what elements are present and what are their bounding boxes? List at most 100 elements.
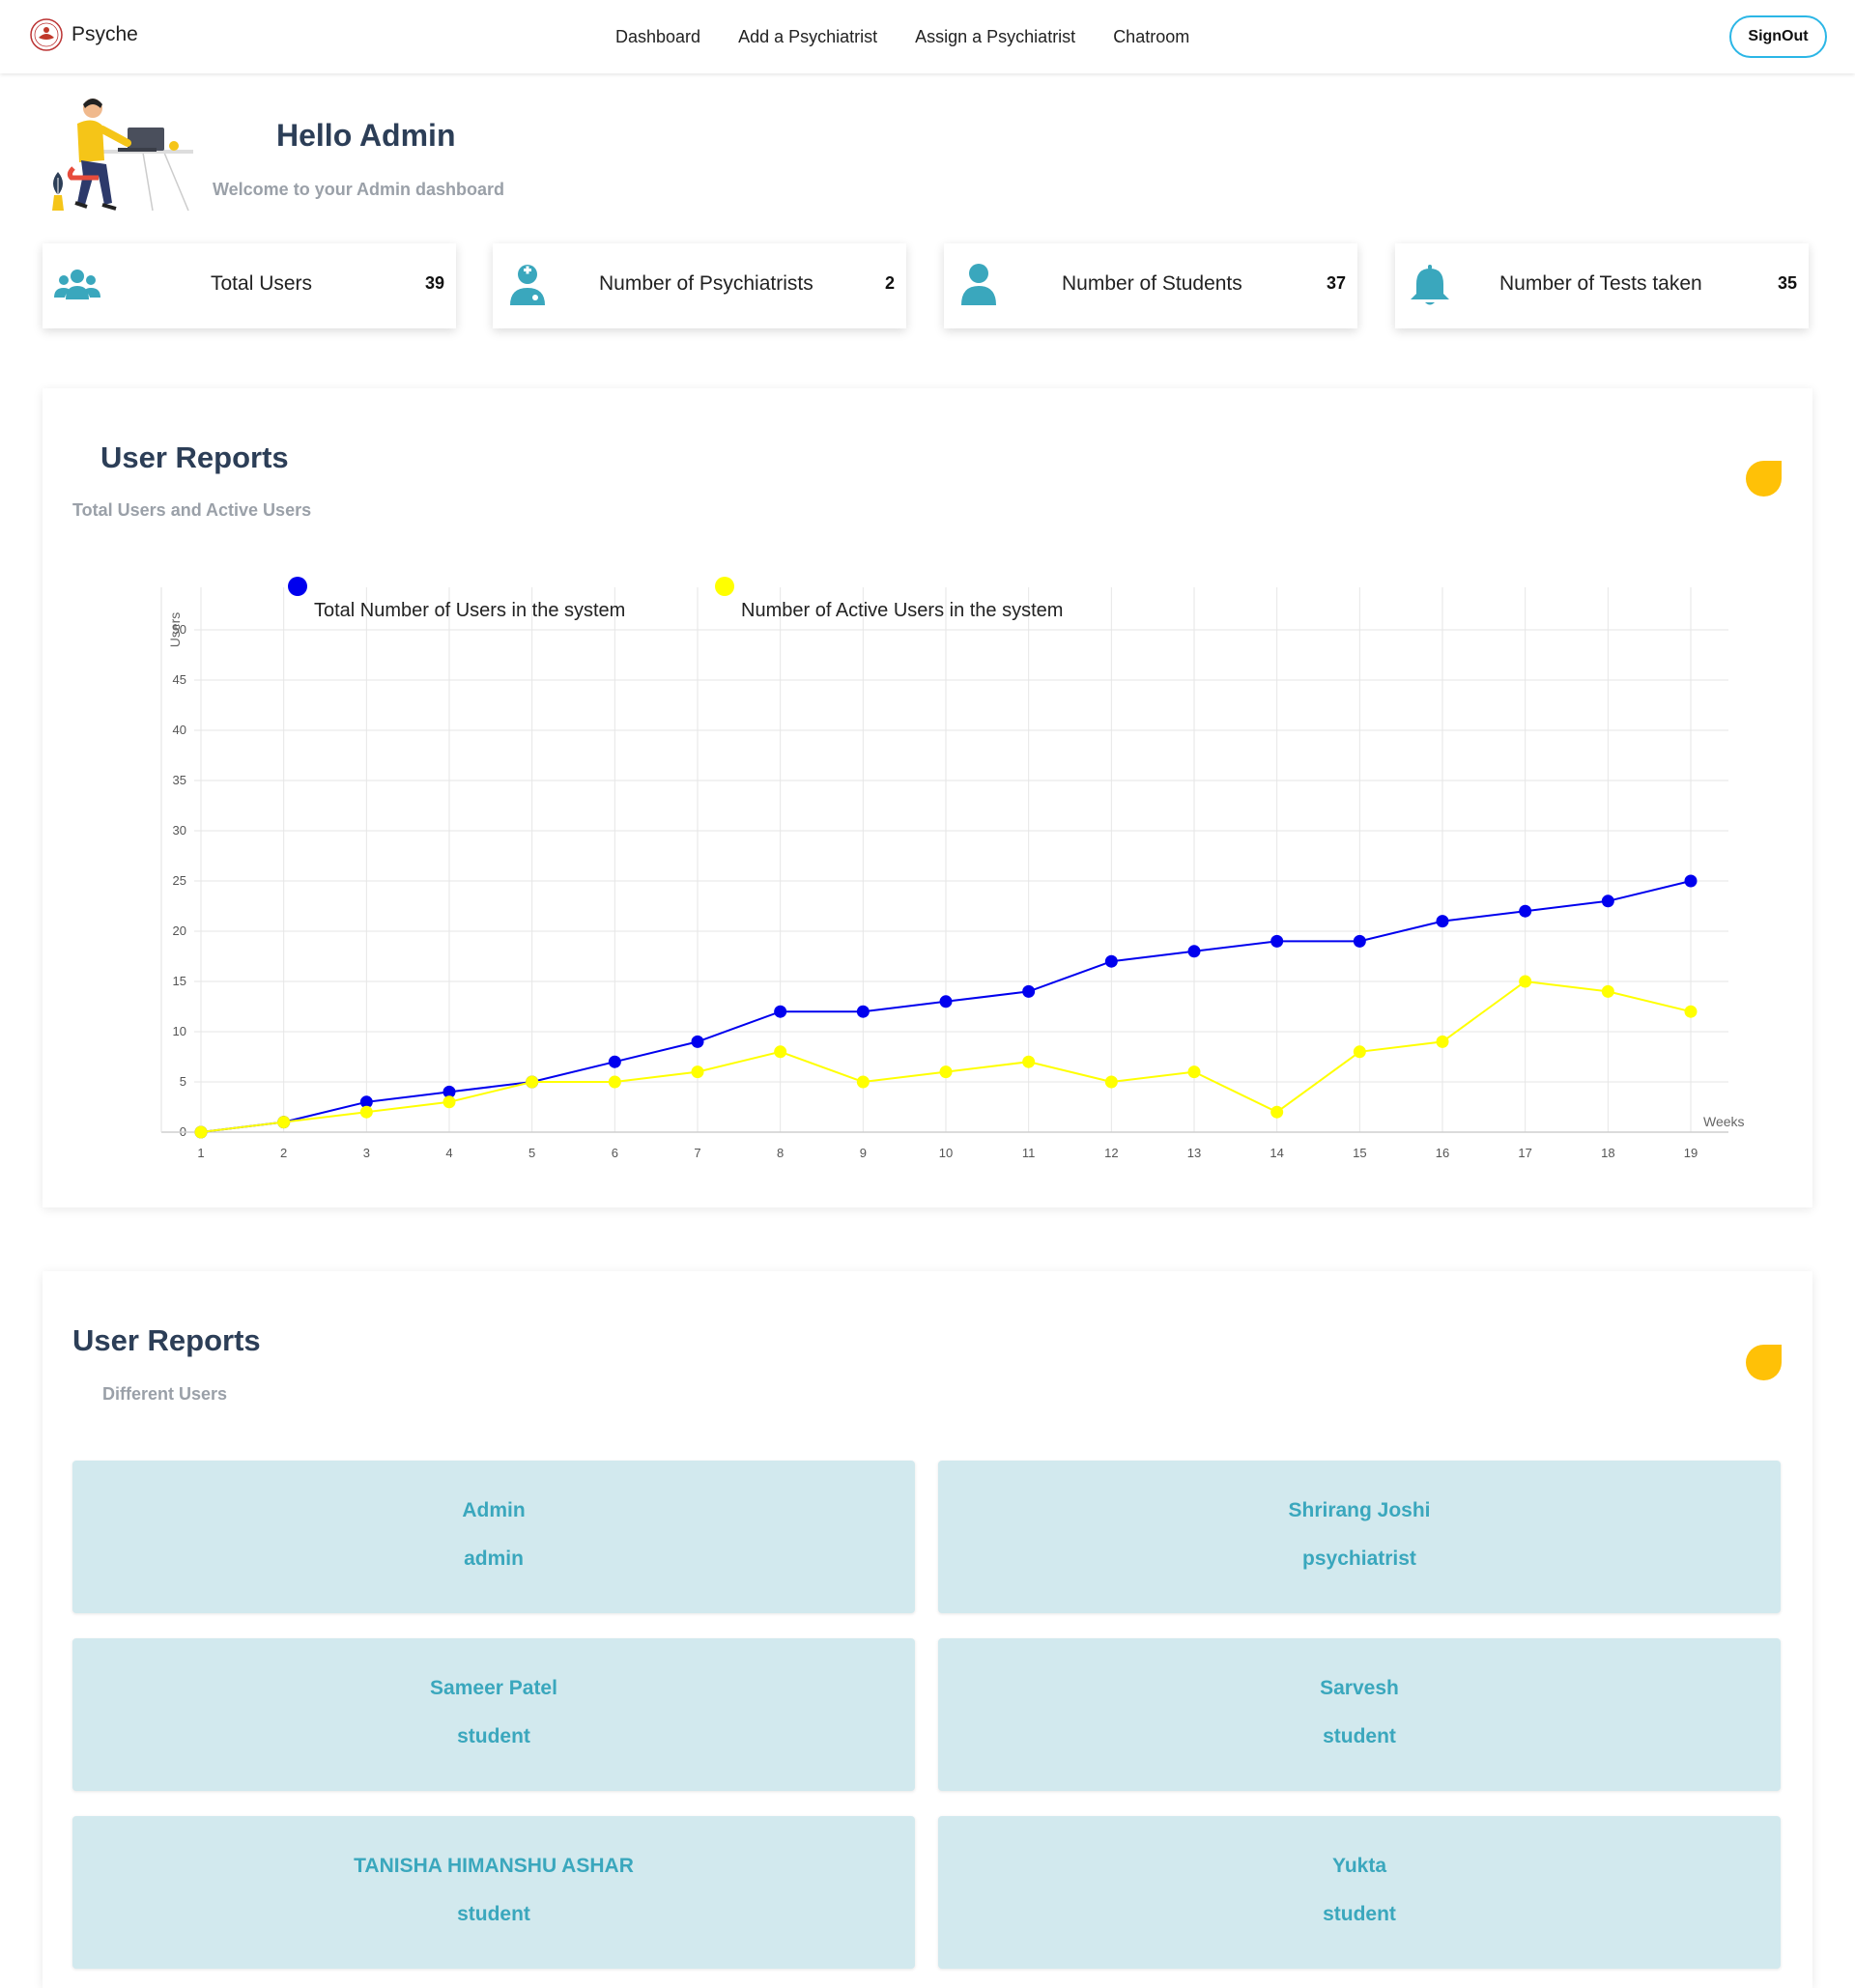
- x-tick-label: 14: [1270, 1146, 1283, 1160]
- data-point: [1601, 895, 1614, 908]
- data-point: [691, 1035, 704, 1048]
- data-point: [1022, 1055, 1036, 1068]
- y-tick-label: 40: [173, 723, 186, 737]
- user-name: TANISHA HIMANSHU ASHAR: [354, 1855, 634, 1877]
- data-point: [1104, 954, 1118, 968]
- stat-label: Number of Psychiatrists: [599, 272, 813, 295]
- data-point: [1436, 1035, 1449, 1048]
- nav-chatroom[interactable]: Chatroom: [1113, 27, 1189, 47]
- data-point: [774, 1045, 787, 1059]
- x-tick-label: 4: [445, 1146, 452, 1160]
- user-name: Sameer Patel: [430, 1677, 557, 1699]
- data-point: [1270, 934, 1284, 948]
- line-chart: 0510152025303540455012345678910111213141…: [160, 577, 1745, 1160]
- data-point: [774, 1005, 787, 1018]
- brand[interactable]: Psyche: [29, 17, 138, 52]
- data-point: [1270, 1105, 1284, 1119]
- users-icon: [54, 270, 100, 299]
- brand-name: Psyche: [71, 23, 138, 45]
- data-point: [1022, 984, 1036, 998]
- data-point: [1519, 975, 1532, 988]
- x-tick-label: 5: [528, 1146, 535, 1160]
- user-role: student: [1323, 1725, 1396, 1747]
- stat-card-psychiatrists: Number of Psychiatrists 2: [493, 243, 906, 328]
- user-role: admin: [464, 1548, 524, 1570]
- x-tick-label: 10: [939, 1146, 953, 1160]
- x-tick-label: 15: [1353, 1146, 1366, 1160]
- stat-card-total-users: Total Users 39: [43, 243, 456, 328]
- user-card[interactable]: Admin admin: [72, 1461, 915, 1613]
- user-card[interactable]: TANISHA HIMANSHU ASHAR student: [72, 1816, 915, 1969]
- psyche-logo-icon: [30, 18, 63, 51]
- data-point: [608, 1055, 621, 1068]
- data-point: [1187, 1065, 1201, 1079]
- stat-label: Total Users: [211, 272, 313, 295]
- user-role: psychiatrist: [1302, 1548, 1416, 1570]
- data-point: [1601, 984, 1614, 998]
- legend-marker: [288, 577, 307, 596]
- nav-dashboard[interactable]: Dashboard: [615, 27, 700, 47]
- user-icon: [961, 264, 996, 305]
- user-name: Shrirang Joshi: [1288, 1499, 1431, 1521]
- x-tick-label: 7: [694, 1146, 700, 1160]
- admin-illustration: [52, 99, 193, 212]
- x-tick-label: 19: [1684, 1146, 1698, 1160]
- data-point: [194, 1125, 208, 1139]
- nav-add-psychiatrist[interactable]: Add a Psychiatrist: [738, 27, 877, 47]
- x-tick-label: 1: [197, 1146, 204, 1160]
- y-tick-label: 25: [173, 873, 186, 888]
- stat-card-students: Number of Students 37: [944, 243, 1357, 328]
- data-point: [359, 1105, 373, 1119]
- data-point: [691, 1065, 704, 1079]
- user-card[interactable]: Sarvesh student: [938, 1638, 1781, 1791]
- x-tick-label: 17: [1518, 1146, 1531, 1160]
- data-point: [1187, 945, 1201, 958]
- data-point: [526, 1075, 539, 1089]
- y-tick-label: 5: [180, 1074, 186, 1089]
- stat-label: Number of Tests taken: [1499, 272, 1702, 295]
- signout-button[interactable]: SignOut: [1729, 15, 1827, 58]
- y-tick-label: 35: [173, 773, 186, 787]
- x-tick-label: 13: [1187, 1146, 1201, 1160]
- x-tick-label: 12: [1104, 1146, 1118, 1160]
- x-tick-label: 3: [363, 1146, 370, 1160]
- stat-value: 39: [424, 273, 444, 293]
- x-tick-label: 6: [612, 1146, 618, 1160]
- data-point: [1684, 874, 1698, 888]
- user-card[interactable]: Shrirang Joshi psychiatrist: [938, 1461, 1781, 1613]
- data-point: [1519, 904, 1532, 918]
- legend-marker: [715, 577, 734, 596]
- user-card[interactable]: Sameer Patel student: [72, 1638, 915, 1791]
- data-point: [1353, 1045, 1366, 1059]
- y-axis-title: Users: [167, 612, 183, 648]
- stat-label: Number of Students: [1062, 272, 1242, 295]
- stat-value: 37: [1326, 273, 1346, 293]
- panel-subtitle: Different Users: [102, 1384, 228, 1404]
- user-reports-chart-panel: User Reports Total Users and Active User…: [43, 388, 1812, 1207]
- x-tick-label: 9: [860, 1146, 867, 1160]
- nav-links: Dashboard Add a Psychiatrist Assign a Ps…: [615, 27, 1227, 47]
- stat-value: 35: [1777, 273, 1797, 293]
- y-tick-label: 45: [173, 672, 186, 687]
- legend-label: Total Number of Users in the system: [314, 600, 625, 621]
- bell-icon: [1411, 265, 1449, 305]
- data-point: [939, 995, 953, 1008]
- y-tick-label: 15: [173, 974, 186, 988]
- stat-card-tests: Number of Tests taken 35: [1395, 243, 1809, 328]
- data-point: [1104, 1075, 1118, 1089]
- x-tick-label: 16: [1436, 1146, 1449, 1160]
- user-reports-users-panel: User Reports Different Users Admin admin…: [43, 1271, 1812, 1988]
- data-point: [1436, 915, 1449, 928]
- doctor-icon: [510, 265, 545, 305]
- data-point: [1684, 1005, 1698, 1018]
- data-point: [277, 1116, 291, 1129]
- legend-label: Number of Active Users in the system: [741, 600, 1063, 621]
- x-tick-label: 8: [777, 1146, 784, 1160]
- user-name: Admin: [462, 1499, 526, 1521]
- nav-assign-psychiatrist[interactable]: Assign a Psychiatrist: [915, 27, 1075, 47]
- y-tick-label: 30: [173, 823, 186, 838]
- data-point: [939, 1065, 953, 1079]
- user-role: student: [1323, 1903, 1396, 1925]
- user-card[interactable]: Yukta student: [938, 1816, 1781, 1969]
- user-name: Sarvesh: [1320, 1677, 1399, 1699]
